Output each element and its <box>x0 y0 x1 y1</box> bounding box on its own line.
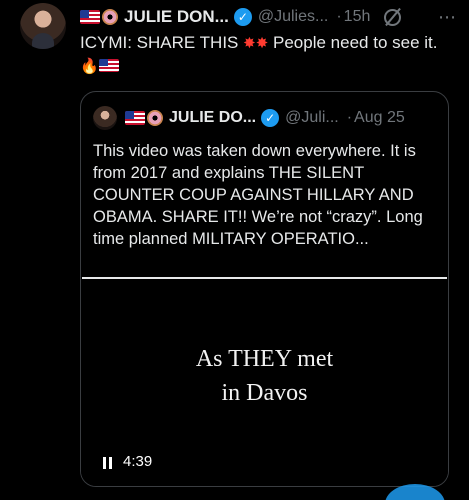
donut-icon <box>102 9 118 25</box>
quoted-author-name: JULIE DO... <box>169 109 257 126</box>
quoted-avatar <box>93 106 117 130</box>
video-caption-line-1: As THEY met <box>195 346 334 372</box>
collision-emoji: ✸ <box>243 35 256 52</box>
tweet-text: ICYMI: SHARE THIS ✸✸ People need to see … <box>80 32 460 78</box>
pause-icon[interactable] <box>103 457 113 469</box>
quoted-tweet-header: JULIE DO... ✓ @Juli... · Aug 25 <box>93 106 438 130</box>
quoted-author-handle: @Juli... <box>285 109 339 126</box>
video-player[interactable]: As THEY met in Davos 4:39 <box>81 277 448 486</box>
video-caption: As THEY met in Davos <box>81 342 448 410</box>
collision-emoji: ✸ <box>255 35 269 52</box>
separator: · <box>336 8 342 25</box>
quoted-timestamp: Aug 25 <box>354 109 405 126</box>
us-flag-emoji <box>98 59 119 72</box>
tweet-header: JULIE DON... ✓ @Julies... · 15h ⋯ <box>80 4 461 30</box>
more-options-icon[interactable]: ⋯ <box>438 7 461 28</box>
tweet-text-main: ICYMI: SHARE THIS <box>80 33 239 52</box>
avatar[interactable] <box>20 3 66 49</box>
timestamp[interactable]: 15h <box>344 8 371 26</box>
quoted-tweet-text: This video was taken down everywhere. It… <box>93 142 423 248</box>
grok-icon[interactable] <box>384 8 402 26</box>
video-duration: 4:39 <box>123 453 153 470</box>
verified-badge-icon: ✓ <box>261 109 280 127</box>
video-top-border <box>82 277 447 279</box>
us-flag-icon <box>80 10 100 24</box>
us-flag-icon <box>125 111 145 125</box>
tweet-text-tail: People need to see <box>273 33 420 52</box>
author-name[interactable]: JULIE DON... <box>124 7 229 27</box>
fire-emoji: 🔥 <box>80 58 99 75</box>
donut-icon <box>147 110 163 126</box>
quoted-tweet[interactable]: JULIE DO... ✓ @Juli... · Aug 25 This vid… <box>80 91 449 487</box>
tweet-text-end: it. <box>424 33 438 52</box>
verified-badge-icon: ✓ <box>233 8 252 26</box>
tweet[interactable]: JULIE DON... ✓ @Julies... · 15h ⋯ ICYMI:… <box>0 0 469 500</box>
author-handle[interactable]: @Julies... <box>258 8 328 26</box>
separator: · <box>346 109 353 126</box>
video-caption-line-2: in Davos <box>221 380 308 406</box>
